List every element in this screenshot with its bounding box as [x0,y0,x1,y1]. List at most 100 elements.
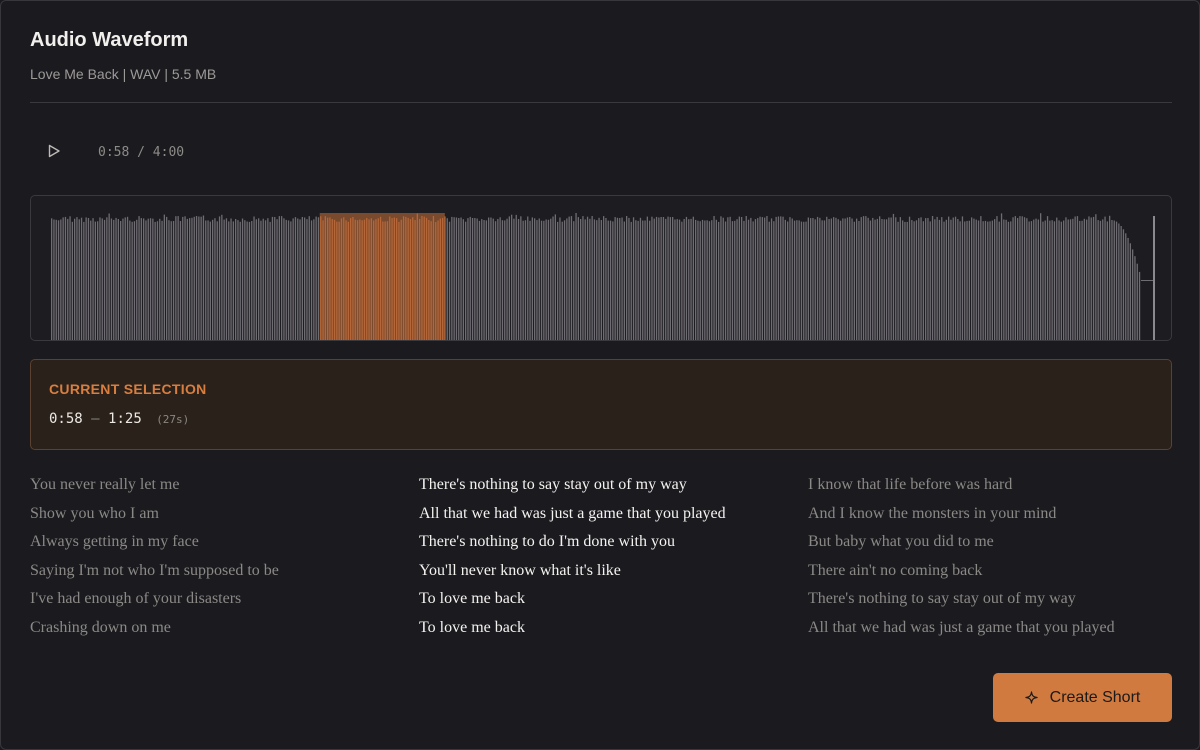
waveform-bar [304,217,306,340]
waveform-bar [727,217,729,340]
waveform-bar [782,216,784,340]
waveform-bar [738,216,740,340]
waveform-bar [798,220,800,340]
waveform-bar [124,217,126,340]
waveform-bar [306,219,308,340]
waveform-bar [681,221,683,340]
waveform-bar [230,218,232,340]
waveform-bar [320,216,322,340]
waveform-bar [138,216,140,340]
waveform-bar [550,218,552,340]
waveform-bar [655,216,658,340]
waveform-bar [888,217,890,340]
waveform-bar [839,220,842,340]
waveform-bar [474,218,476,340]
waveform-track[interactable] [30,195,1172,341]
waveform-bar [1095,214,1097,340]
waveform-bar [621,217,623,340]
lyric-line: There's nothing to say stay out of my wa… [808,590,1076,608]
waveform-bar [1028,221,1030,340]
waveform-bar [356,220,359,340]
waveform-bar [853,221,855,340]
play-button[interactable] [37,139,71,167]
waveform-bar [1044,220,1046,340]
lyric-line: Show you who I am [30,504,159,522]
waveform-bar [145,220,147,340]
waveform-bar [1076,216,1079,340]
waveform-bar [557,221,559,340]
waveform-bar [614,217,616,340]
waveform-bar [501,220,504,340]
create-short-button[interactable]: Create Short [993,673,1172,722]
waveform-bar [1109,215,1111,340]
waveform-bar [667,216,669,340]
waveform-bar [796,220,798,340]
waveform-bar [1115,221,1118,340]
waveform-bar [267,218,269,340]
waveform-bar [446,218,448,340]
waveform-bar [582,216,584,340]
waveform-bar [253,216,255,340]
waveform-bar [425,217,428,340]
waveform-bar [860,217,862,340]
waveform-bar [784,219,786,340]
waveform-bar [662,217,665,340]
waveform-bar [881,219,883,340]
waveform-bar [777,216,780,340]
lyric-line-active: All that we had was just a game that you… [419,504,726,522]
waveform-bar [283,218,285,340]
waveform-bar [996,216,998,340]
waveform-bar [563,220,566,340]
waveform-bar [849,217,851,340]
waveform-bar [1138,271,1141,340]
waveform-bar [97,221,99,340]
waveform-bar [437,220,439,340]
waveform-bar [74,218,76,340]
waveform-bar [195,216,198,340]
waveform-bar [977,220,980,340]
waveform-bar [904,221,906,340]
waveform-bar [435,222,437,340]
waveform-bar [1058,220,1060,340]
waveform-bar [246,221,248,340]
waveform-bar [752,221,754,340]
waveform-bar [80,217,83,340]
waveform-bar [971,217,973,340]
waveform-bar [218,216,221,340]
waveform-bar [722,217,724,340]
waveform-bar [198,216,200,340]
waveform-bar [490,217,492,340]
waveform-bar [577,217,579,340]
waveform-bar [322,220,324,340]
waveform-bar [605,218,607,340]
lyrics-after: I know that life before was hard And I k… [808,471,1115,643]
waveform-bar [626,216,628,340]
waveform-bar [724,221,727,340]
waveform-bar [1063,220,1065,340]
waveform-bar [851,218,853,340]
waveform-bar [228,221,230,340]
waveform-bar [1120,226,1122,340]
waveform-bar [1090,217,1092,340]
waveform-bar [669,217,671,340]
lyric-line-active: You'll never know what it's like [419,561,621,579]
selection-end: 1:25 [108,411,142,427]
waveform-bar [1104,216,1106,340]
waveform-bar [757,218,759,340]
waveform-bar [954,216,957,340]
waveform-bar [476,218,478,340]
waveform-bar [701,219,704,340]
waveform-tail [1141,280,1153,281]
waveform-bar [660,217,662,340]
waveform-bar [465,221,467,340]
waveform-bar [522,220,524,340]
waveform-bar [780,216,782,340]
waveform-bar [630,221,632,340]
waveform-bar [412,217,414,340]
waveform-bar [704,220,706,340]
waveform-bar [697,220,699,340]
waveform-bar [299,219,301,340]
waveform-bar [1136,263,1138,340]
waveform-bar [1079,220,1081,340]
lyrics-current: There's nothing to say stay out of my wa… [419,471,726,643]
